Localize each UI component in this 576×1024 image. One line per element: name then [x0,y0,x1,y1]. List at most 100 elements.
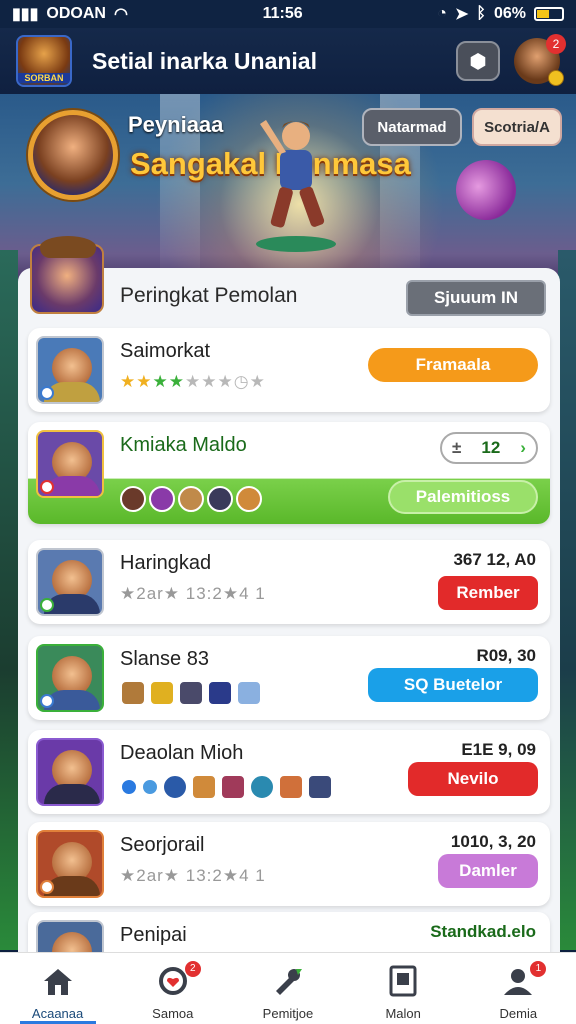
rank-dot-icon [40,598,54,612]
stepper-value: 12 [481,438,501,457]
clock: 11:56 [262,5,303,22]
nav-label: Pemitjoe [262,1006,314,1021]
team-chip-icon [207,680,233,706]
row-subtitle: ★2ar★ 13:2★4 1 [120,584,266,603]
team-chip-icon [236,680,262,706]
nav-badge: 2 [184,961,201,977]
leaderboard-row[interactable]: Slanse 83 R09, 30 SQ Buetelor [28,636,550,720]
row-action-button[interactable]: Nevilo [408,762,538,796]
leaderboard-title: Peringkat Pemolan [120,284,298,307]
logo-text: SORBAN [18,73,70,83]
stadium-decoration-left [0,250,18,950]
wifi-icon: ◠ [113,6,128,23]
nav-label: Malon [385,1006,421,1021]
rank-dot-icon [40,880,54,894]
signal-icon: ▮▮▮ [12,6,39,23]
location-icon: ➤ [454,6,469,23]
leaderboard-filter-button[interactable]: Sjuuum IN [406,280,546,316]
team-chip-icon [178,680,204,706]
share-icon: ⬢ [469,50,487,73]
row-name: Seorjorail [120,834,205,856]
leaderboard-row[interactable]: Deaolan Mioh E1E 9, 09 Nevilo [28,730,550,814]
row-avatar [36,548,104,616]
team-chip-icon [162,774,188,800]
row-name: Deaolan Mioh [120,742,244,764]
rank-dot-icon [40,386,54,400]
team-chip-icon [149,680,175,706]
nav-item-cards[interactable]: Malon [353,965,453,1021]
row-subtitle: ★2ar★ 13:2★4 1 [120,866,266,885]
team-chip-icon [120,680,146,706]
row-name: Kmiaka Maldo [120,434,247,456]
team-chip-icon [207,486,233,512]
team-chip-icon [249,774,275,800]
row-score: 367 12, A0 [453,550,536,569]
team-chip-icon [178,486,204,512]
minus-icon[interactable]: ± [452,438,461,458]
team-chip-icon [120,486,146,512]
team-chip-icon [278,774,304,800]
hero-pill-button-1[interactable]: Natarmad [362,108,462,146]
row-avatar [36,336,104,404]
hero-avatar[interactable] [28,110,118,200]
nav-item-profile[interactable]: 1 Demia [468,961,568,1021]
quantity-stepper[interactable]: ± 12 › [440,432,538,464]
row-action-button[interactable]: Damler [438,854,538,888]
leaderboard-row[interactable]: Seorjorail ★2ar★ 13:2★4 1 1010, 3, 20 Da… [28,822,550,906]
leaderboard-avatar[interactable] [30,236,104,314]
row-action-button[interactable]: Palemitioss [388,480,538,514]
nav-item-home[interactable]: Acaanaa [8,965,108,1024]
battery-percent: 06% [493,5,526,22]
team-chip-icon [220,774,246,800]
rating-stars: ★★★★★★★◷★ [120,372,266,391]
team-chips [120,680,262,706]
notification-badge: 2 [546,34,566,54]
row-action-button[interactable]: Rember [438,576,538,610]
row-action-button[interactable]: SQ Buetelor [368,668,538,702]
team-chip-icon [149,486,175,512]
row-score: R09, 30 [476,646,536,665]
app-title: Setial inarka Unanial [92,47,317,74]
nav-item-favorites[interactable]: 2 Samoa [123,961,223,1021]
share-button[interactable]: ⬢ [456,41,500,81]
hero-character [256,120,336,252]
row-score: E1E 9, 09 [461,740,536,759]
nav-label: Demia [499,1006,538,1021]
avatar-outfit [44,784,100,804]
battery-icon [534,7,564,21]
bottom-navigation: Acaanaa 2 Samoa Pemitjoe Malon 1 Demia [0,952,576,1024]
card-icon [389,965,417,997]
ball-icon [447,151,525,229]
team-chip-icon [120,778,138,796]
row-avatar [36,830,104,898]
row-score: 1010, 3, 20 [450,832,536,851]
row-score: Standkad.elo [430,922,536,941]
team-chips [120,486,262,512]
leaderboard-row[interactable]: Haringkad ★2ar★ 13:2★4 1 367 12, A0 Remb… [28,540,550,624]
profile-avatar[interactable]: 2 [514,34,566,86]
row-avatar [36,430,104,498]
hat-icon [40,236,96,258]
team-chip-icon [141,778,159,796]
row-avatar [36,738,104,806]
nav-label: Acaanaa [31,1006,84,1021]
chevron-right-icon[interactable]: › [520,438,526,458]
row-name: Haringkad [120,552,212,574]
row-action-button[interactable]: Framaala [368,348,538,382]
hero-pill-button-2[interactable]: Scotria/A [472,108,562,146]
alarm-icon: ◔ [437,5,447,22]
carrier-name: ODOAN [46,5,106,22]
row-avatar [36,644,104,712]
nav-item-tools[interactable]: Pemitjoe [238,965,338,1021]
status-bar: ▮▮▮ ODOAN ◠ 11:56 ◔ ➤ ᛒ 06% [0,0,576,28]
leaderboard-row[interactable]: Saimorkat ★★★★★★★◷★ Framaala [28,328,550,412]
app-header: SORBAN Setial inarka Unanial ⬢ 2 [0,28,576,94]
stadium-decoration-right [558,250,576,950]
row-name: Saimorkat [120,340,211,362]
team-chip-icon [307,774,333,800]
rank-dot-icon [40,480,54,494]
app-logo[interactable]: SORBAN [16,35,72,87]
bluetooth-icon: ᛒ [476,5,486,22]
nav-badge: 1 [530,961,547,977]
leaderboard-row-highlighted[interactable]: Kmiaka Maldo ± 12 › Palemitioss [28,422,550,524]
